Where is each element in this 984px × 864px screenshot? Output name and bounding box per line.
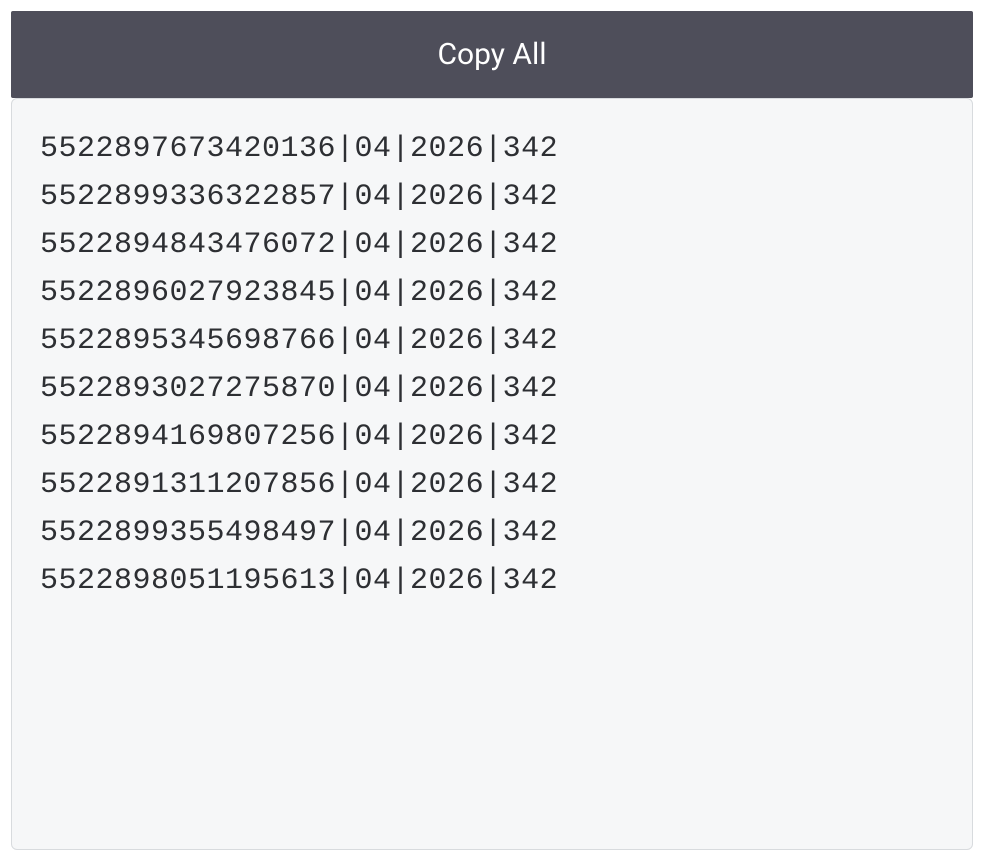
main-container: Copy All 5522897673420136|04|2026|342 55… bbox=[0, 0, 984, 861]
output-line: 5522895345698766|04|2026|342 bbox=[40, 317, 944, 365]
output-line: 5522898051195613|04|2026|342 bbox=[40, 557, 944, 605]
output-line: 5522891311207856|04|2026|342 bbox=[40, 461, 944, 509]
output-line: 5522899355498497|04|2026|342 bbox=[40, 509, 944, 557]
output-line: 5522893027275870|04|2026|342 bbox=[40, 365, 944, 413]
output-line: 5522896027923845|04|2026|342 bbox=[40, 269, 944, 317]
output-line: 5522894169807256|04|2026|342 bbox=[40, 413, 944, 461]
copy-all-button[interactable]: Copy All bbox=[11, 11, 973, 98]
output-line: 5522897673420136|04|2026|342 bbox=[40, 125, 944, 173]
output-line: 5522899336322857|04|2026|342 bbox=[40, 173, 944, 221]
output-panel: 5522897673420136|04|2026|342 55228993363… bbox=[11, 98, 973, 850]
output-line: 5522894843476072|04|2026|342 bbox=[40, 221, 944, 269]
